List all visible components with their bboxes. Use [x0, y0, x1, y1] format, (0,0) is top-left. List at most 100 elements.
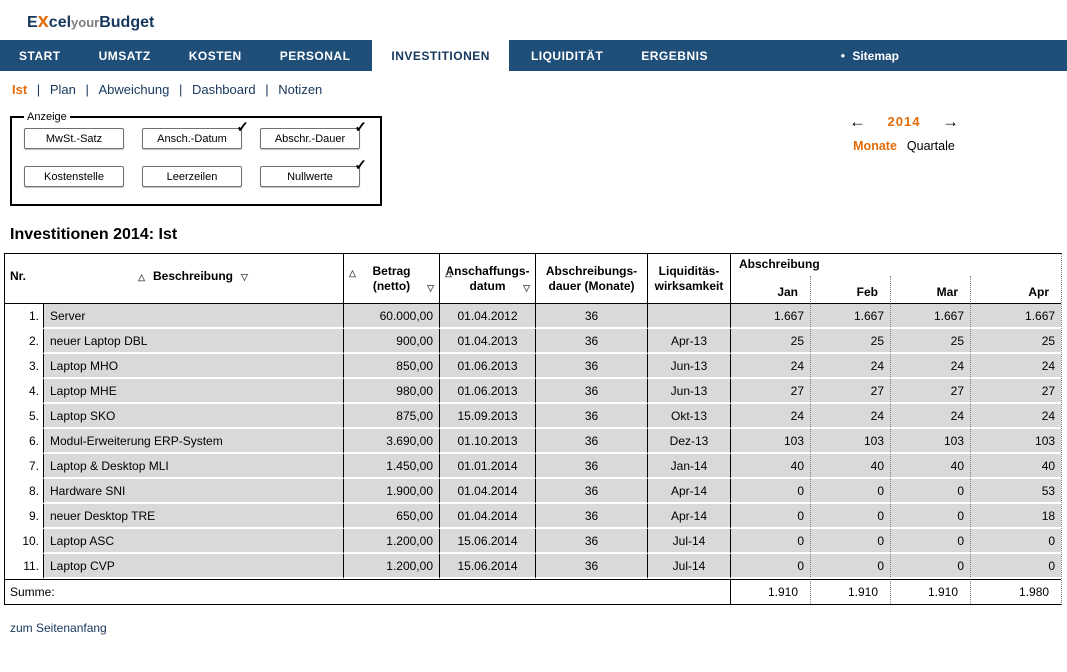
header-dauer-line2: dauer (Monate) — [536, 279, 647, 294]
header-nr: Nr. — [5, 254, 43, 304]
cell-abschreibungsdauer: 36 — [535, 454, 647, 479]
logo-part-cel: cel — [49, 14, 71, 31]
row-number: 7. — [5, 454, 43, 479]
page-title: Investitionen 2014: Ist — [10, 226, 1067, 244]
cell-monatswert-mar: 40 — [890, 454, 970, 479]
sort-desc-icon[interactable]: ▽ — [427, 281, 434, 296]
cell-monatswert-jan: 24 — [730, 354, 810, 379]
cell-monatswert-feb: 103 — [810, 429, 890, 454]
view-monate[interactable]: Monate — [853, 139, 897, 153]
cell-beschreibung: Server — [43, 304, 343, 329]
cell-monatswert-mar: 1.667 — [890, 304, 970, 329]
cell-beschreibung: Laptop MHE — [43, 379, 343, 404]
view-quartale[interactable]: Quartale — [907, 139, 955, 153]
cell-liquiditaetswirksamkeit: Jan-14 — [647, 454, 730, 479]
cell-monatswert-feb: 25 — [810, 329, 890, 354]
cell-beschreibung: Modul-Erweiterung ERP-System — [43, 429, 343, 454]
toggle-leerzeilen[interactable]: Leerzeilen — [142, 166, 242, 187]
cell-monatswert-mar: 24 — [890, 404, 970, 429]
toggle-abschr-dauer[interactable]: Abschr.-Dauer — [260, 128, 360, 149]
separator: | — [265, 82, 268, 97]
cell-betrag: 3.690,00 — [343, 429, 439, 454]
tab-umsatz[interactable]: UMSATZ — [83, 40, 167, 71]
anzeige-panel: Anzeige MwSt.-Satz ✓ Ansch.-Datum ✓ Absc… — [10, 111, 382, 206]
cell-monatswert-apr: 25 — [970, 329, 1061, 354]
anzeige-legend: Anzeige — [24, 111, 70, 123]
subnav-plan[interactable]: Plan — [50, 82, 76, 97]
cell-anschaffungsdatum: 15.06.2014 — [439, 529, 535, 554]
header-beschreibung: △Beschreibung▽ — [43, 254, 343, 304]
cell-monatswert-feb: 40 — [810, 454, 890, 479]
cell-betrag: 1.200,00 — [343, 554, 439, 579]
sort-desc-icon[interactable]: ▽ — [523, 281, 530, 296]
cell-betrag: 1.450,00 — [343, 454, 439, 479]
row-number: 11. — [5, 554, 43, 579]
cell-betrag: 1.200,00 — [343, 529, 439, 554]
cell-liquiditaetswirksamkeit: Jun-13 — [647, 354, 730, 379]
tab-start[interactable]: START — [3, 40, 77, 71]
row-number: 1. — [5, 304, 43, 329]
subnav-abweichung[interactable]: Abweichung — [98, 82, 169, 97]
summe-row: Summe: 1.910 1.910 1.910 1.980 — [5, 579, 1061, 604]
next-year-arrow[interactable]: → — [942, 113, 959, 130]
header-month-jan: Jan — [730, 276, 810, 304]
cell-abschreibungsdauer: 36 — [535, 504, 647, 529]
cell-anschaffungsdatum: 01.04.2014 — [439, 479, 535, 504]
row-number: 6. — [5, 429, 43, 454]
cell-monatswert-feb: 0 — [810, 479, 890, 504]
cell-betrag: 875,00 — [343, 404, 439, 429]
cell-monatswert-jan: 0 — [730, 554, 810, 579]
sort-asc-icon[interactable]: △ — [138, 272, 145, 282]
period-selector: ← 2014 → Monate Quartale — [849, 113, 959, 153]
cell-monatswert-mar: 0 — [890, 504, 970, 529]
header-abschreibung-group: Abschreibung — [730, 254, 1061, 276]
cell-anschaffungsdatum: 01.04.2013 — [439, 329, 535, 354]
cell-monatswert-apr: 103 — [970, 429, 1061, 454]
toggle-kostenstelle[interactable]: Kostenstelle — [24, 166, 124, 187]
sort-desc-icon[interactable]: ▽ — [241, 272, 248, 282]
cell-monatswert-jan: 24 — [730, 404, 810, 429]
subnav-dashboard[interactable]: Dashboard — [192, 82, 256, 97]
row-number: 2. — [5, 329, 43, 354]
logo-part-budget: Budget — [99, 14, 154, 31]
cell-anschaffungsdatum: 15.06.2014 — [439, 554, 535, 579]
controls-row: Anzeige MwSt.-Satz ✓ Ansch.-Datum ✓ Absc… — [0, 111, 1067, 208]
subnav-notizen[interactable]: Notizen — [278, 82, 322, 97]
cell-monatswert-apr: 1.667 — [970, 304, 1061, 329]
toggle-mwst-satz[interactable]: MwSt.-Satz — [24, 128, 124, 149]
subnav-ist[interactable]: Ist — [12, 82, 27, 97]
toggle-nullwerte[interactable]: Nullwerte — [260, 166, 360, 187]
main-navigation: START UMSATZ KOSTEN PERSONAL INVESTITION… — [0, 40, 1067, 71]
cell-beschreibung: Hardware SNI — [43, 479, 343, 504]
cell-abschreibungsdauer: 36 — [535, 304, 647, 329]
tab-personal[interactable]: PERSONAL — [264, 40, 367, 71]
toggle-ansch-datum[interactable]: Ansch.-Datum — [142, 128, 242, 149]
cell-abschreibungsdauer: 36 — [535, 379, 647, 404]
prev-year-arrow[interactable]: ← — [849, 113, 866, 130]
tab-liquiditaet[interactable]: LIQUIDITÄT — [515, 40, 619, 71]
cell-monatswert-jan: 40 — [730, 454, 810, 479]
tab-ergebnis[interactable]: ERGEBNIS — [625, 40, 724, 71]
cell-beschreibung: Laptop SKO — [43, 404, 343, 429]
header-month-apr: Apr — [970, 276, 1061, 304]
cell-anschaffungsdatum: 15.09.2013 — [439, 404, 535, 429]
header-liquiditaet-line2: wirksamkeit — [648, 279, 730, 294]
cell-monatswert-feb: 24 — [810, 354, 890, 379]
cell-monatswert-apr: 0 — [970, 529, 1061, 554]
separator: | — [37, 82, 40, 97]
cell-abschreibungsdauer: 36 — [535, 404, 647, 429]
header-betrag-line1: Betrag — [372, 264, 410, 278]
cell-beschreibung: neuer Desktop TRE — [43, 504, 343, 529]
tab-kosten[interactable]: KOSTEN — [173, 40, 258, 71]
app-logo[interactable]: ExcelyourBudget — [27, 9, 1067, 33]
cell-anschaffungsdatum: 01.06.2013 — [439, 354, 535, 379]
header-month-feb: Feb — [810, 276, 890, 304]
table-row: 6. Modul-Erweiterung ERP-System 3.690,00… — [5, 429, 1061, 454]
sitemap-link[interactable]: ● Sitemap — [840, 40, 899, 71]
cell-monatswert-apr: 53 — [970, 479, 1061, 504]
back-to-top-link[interactable]: zum Seitenanfang — [10, 621, 107, 635]
cell-anschaffungsdatum: 01.06.2013 — [439, 379, 535, 404]
header-dauer-line1: Abschreibungs- — [536, 264, 647, 279]
cell-beschreibung: Laptop CVP — [43, 554, 343, 579]
tab-investitionen[interactable]: INVESTITIONEN — [372, 40, 509, 71]
